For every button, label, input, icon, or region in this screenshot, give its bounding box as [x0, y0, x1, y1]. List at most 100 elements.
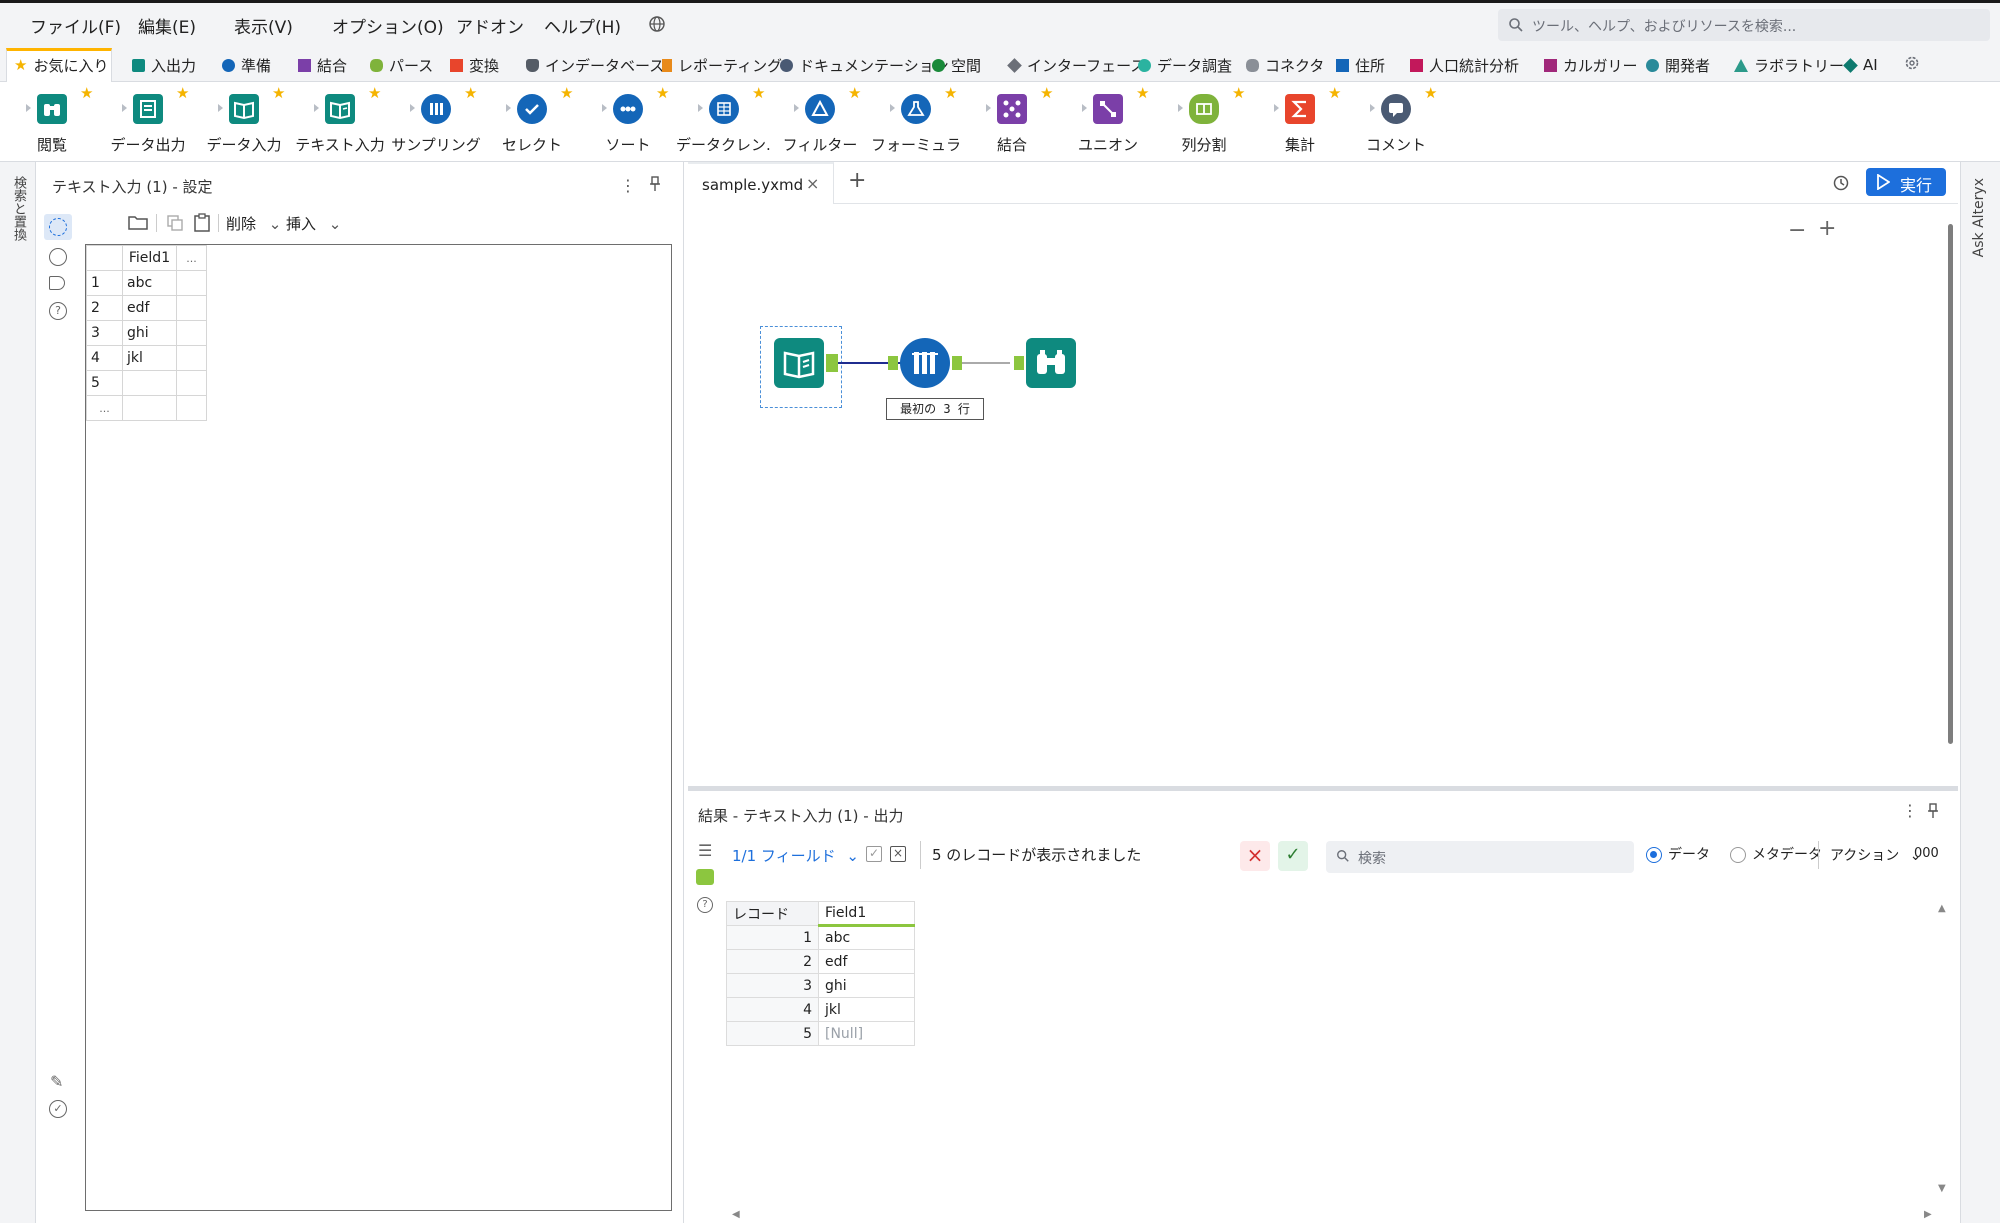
history-icon[interactable] — [1832, 174, 1850, 192]
cell-empty[interactable] — [176, 345, 207, 371]
insert-dropdown[interactable]: 挿入 ⌄ — [286, 213, 341, 234]
input-anchor[interactable] — [1014, 356, 1024, 370]
menu-addons[interactable]: アドオン — [456, 13, 524, 38]
run-button[interactable]: 実行 — [1866, 168, 1946, 196]
tab-address[interactable]: 住所 — [1336, 54, 1385, 76]
help-icon[interactable]: ? — [697, 897, 713, 913]
tab-in-database[interactable]: インデータベース — [526, 54, 664, 76]
input-anchor[interactable] — [888, 356, 898, 370]
tab-documentation[interactable]: ドキュメンテーション — [780, 54, 949, 76]
cell[interactable]: abc — [122, 270, 177, 296]
tab-transform[interactable]: 変換 — [450, 54, 499, 76]
globe-icon[interactable] — [648, 15, 666, 33]
tool-sample[interactable]: ★ サンプリング — [388, 82, 484, 162]
menu-file[interactable]: ファイル(F) — [30, 13, 121, 38]
global-search-input[interactable]: ツール、ヘルプ、およびリソースを検索... — [1498, 9, 1990, 41]
tab-input-output[interactable]: 入出力 — [132, 54, 196, 76]
result-cell[interactable]: ghi — [818, 973, 915, 998]
pencil-icon[interactable]: ✎ — [50, 1072, 63, 1091]
gear-icon[interactable] — [49, 218, 67, 236]
radio-metadata[interactable] — [1730, 847, 1746, 863]
cell-empty[interactable] — [176, 370, 207, 396]
tool-join[interactable]: ★ 結合 — [964, 82, 1060, 162]
fields-dropdown[interactable]: 1/1 フィールド ⌄ — [732, 845, 859, 866]
tab-laboratory[interactable]: ラボラトリー — [1734, 54, 1844, 76]
tab-favorites[interactable]: ★ お気に入り — [14, 54, 108, 76]
pin-icon[interactable] — [1926, 803, 1940, 819]
tab-developer[interactable]: 開発者 — [1646, 54, 1710, 76]
tool-output-data[interactable]: ★ データ出力 — [100, 82, 196, 162]
output-anchor[interactable] — [826, 354, 838, 372]
menu-edit[interactable]: 編集(E) — [138, 13, 196, 38]
menu-view[interactable]: 表示(V) — [234, 13, 293, 38]
browse-node[interactable] — [1026, 338, 1076, 388]
close-box-icon[interactable]: × — [890, 846, 906, 862]
tool-summarize[interactable]: ★ 集計 — [1252, 82, 1348, 162]
tool-union[interactable]: ★ ユニオン — [1060, 82, 1156, 162]
cell[interactable]: edf — [122, 295, 177, 321]
tool-data-cleanse[interactable]: ★ データクレン... — [676, 82, 772, 162]
output-anchor[interactable] — [952, 356, 962, 370]
tool-input-data[interactable]: ★ データ入力 — [196, 82, 292, 162]
result-cell[interactable]: abc — [818, 925, 915, 950]
radio-data[interactable] — [1646, 847, 1662, 863]
canvas-scrollbar[interactable] — [1948, 224, 1953, 744]
cell[interactable]: ghi — [122, 320, 177, 346]
copy-icon[interactable] — [166, 214, 184, 232]
cell-empty[interactable] — [176, 320, 207, 346]
actions-dropdown[interactable]: アクション ⌄ — [1830, 845, 1922, 865]
cell-empty[interactable] — [176, 295, 207, 321]
confirm-check-icon[interactable]: ✓ — [1278, 841, 1308, 871]
scroll-down-icon[interactable]: ▼ — [1938, 1183, 1946, 1194]
more-vertical-icon[interactable]: ⋮ — [620, 176, 636, 195]
result-cell-null[interactable]: [Null] — [818, 1021, 915, 1046]
zoom-out-icon[interactable]: − — [1788, 218, 1806, 243]
checkbox-icon[interactable]: ✓ — [866, 846, 882, 862]
cancel-x-icon[interactable]: × — [1240, 841, 1270, 871]
cell-empty[interactable] — [122, 395, 177, 421]
tab-preparation[interactable]: 準備 — [222, 54, 271, 76]
tool-comment[interactable]: ★ コメント — [1348, 82, 1444, 162]
new-tab-plus-icon[interactable]: + — [848, 168, 866, 193]
scroll-right-icon[interactable]: ▶ — [1924, 1209, 1932, 1220]
tool-select[interactable]: ★ セレクト — [484, 82, 580, 162]
tab-reporting[interactable]: レポーティング — [662, 54, 782, 76]
check-circle-icon[interactable]: ✓ — [49, 1100, 67, 1118]
tag-icon[interactable] — [49, 276, 65, 290]
connection-icon[interactable] — [49, 248, 67, 266]
ask-alteryx-tab[interactable]: Ask Alteryx — [1971, 178, 1987, 257]
scroll-up-icon[interactable]: ▲ — [1938, 903, 1946, 914]
scroll-left-icon[interactable]: ◀ — [732, 1209, 740, 1220]
column-header-record[interactable]: レコード — [726, 901, 819, 926]
folder-open-icon[interactable] — [128, 214, 148, 230]
tab-calgary[interactable]: カルガリー — [1544, 54, 1638, 76]
menu-help[interactable]: ヘルプ(H) — [544, 13, 621, 38]
cell[interactable]: jkl — [122, 345, 177, 371]
tab-parse[interactable]: パース — [370, 54, 433, 76]
results-search-input[interactable]: 検索 — [1326, 841, 1634, 873]
list-icon[interactable]: ☰ — [698, 841, 712, 860]
number-format-button[interactable]: 000 — [1914, 846, 1939, 861]
cell[interactable] — [122, 370, 177, 396]
result-cell[interactable]: edf — [818, 949, 915, 974]
pin-icon[interactable] — [648, 176, 662, 192]
tool-formula[interactable]: ★ フォーミュラ — [868, 82, 964, 162]
column-header-field1[interactable]: Field1 — [818, 901, 915, 927]
output-anchor-icon[interactable] — [696, 869, 714, 885]
column-header-field1[interactable]: Field1 — [122, 245, 177, 271]
column-header-add[interactable]: ... — [176, 245, 207, 271]
tab-connectors[interactable]: コネクタ — [1246, 54, 1324, 76]
tool-text-to-columns[interactable]: ★ 列分割 — [1156, 82, 1252, 162]
settings-gear-icon[interactable] — [1904, 55, 1920, 71]
menu-options[interactable]: オプション(O) — [332, 13, 444, 38]
find-replace-tab[interactable]: 検索と置換 — [9, 176, 28, 241]
tab-sample-yxmd[interactable]: sample.yxmd × — [688, 162, 834, 204]
text-input-node[interactable] — [774, 338, 824, 388]
tab-interface[interactable]: インターフェース — [1007, 54, 1145, 76]
row-add[interactable]: ... — [86, 395, 123, 421]
close-icon[interactable]: × — [806, 174, 819, 193]
tool-sort[interactable]: ★ ソート — [580, 82, 676, 162]
cell-empty[interactable] — [176, 270, 207, 296]
text-input-grid[interactable]: Field1 ... 1 abc 2 edf 3 ghi 4 jkl 5 ... — [85, 244, 672, 1211]
zoom-in-icon[interactable]: + — [1818, 216, 1836, 241]
